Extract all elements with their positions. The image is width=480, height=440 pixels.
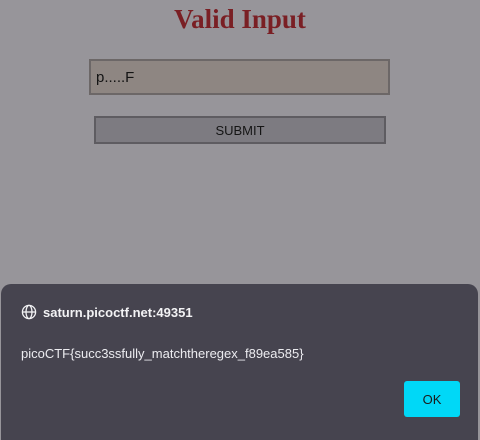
alert-origin: saturn.picoctf.net:49351 (21, 304, 193, 320)
ok-button[interactable]: OK (404, 381, 460, 417)
alert-origin-text: saturn.picoctf.net:49351 (43, 304, 193, 320)
submit-button[interactable]: SUBMIT (94, 116, 386, 144)
page-title: Valid Input (174, 4, 306, 34)
text-input-value: p.....F (96, 68, 135, 86)
globe-icon (21, 304, 37, 320)
alert-dialog: saturn.picoctf.net:49351 picoCTF{succ3ss… (1, 284, 478, 440)
alert-message: picoCTF{succ3ssfully_matchtheregex_f89ea… (21, 346, 304, 361)
text-input[interactable]: p.....F (89, 59, 390, 95)
